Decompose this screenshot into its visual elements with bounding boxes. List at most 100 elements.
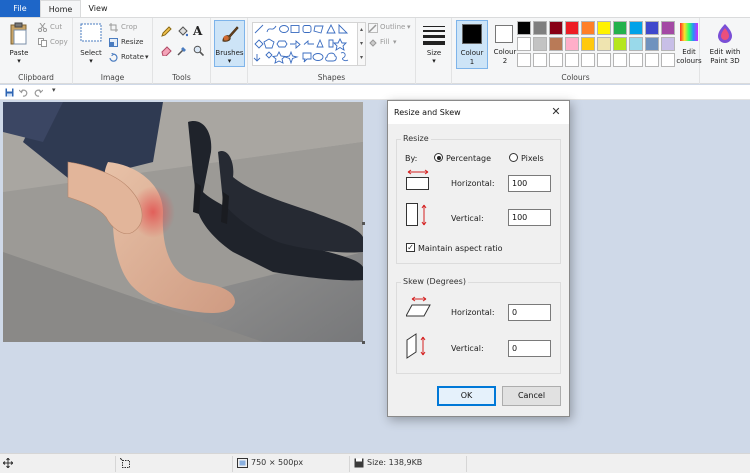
size-button[interactable]: Size <box>418 49 450 57</box>
by-label: By: <box>405 154 418 163</box>
tab-file[interactable]: File <box>0 0 40 17</box>
colour-swatch[interactable] <box>533 53 547 67</box>
tab-view[interactable]: View <box>81 0 115 17</box>
cut-button[interactable]: Cut <box>50 23 62 31</box>
select-dropdown-icon[interactable]: ▾ <box>75 57 107 65</box>
colour-swatch[interactable] <box>581 37 595 51</box>
colour-swatch[interactable] <box>533 21 547 35</box>
fill-dropdown-icon[interactable]: ▾ <box>393 38 397 46</box>
colour-swatch[interactable] <box>613 21 627 35</box>
select-button[interactable]: Select <box>75 49 107 57</box>
copy-button[interactable]: Copy <box>50 38 68 46</box>
colour-swatch[interactable] <box>581 53 595 67</box>
colour-swatch[interactable] <box>629 21 643 35</box>
skew-section: Skew (Degrees) Horizontal: Vertical: <box>396 277 561 374</box>
colour-swatch[interactable] <box>661 21 675 35</box>
status-bar: 750 × 500px Size: 138,9KB <box>0 453 750 473</box>
resize-horizontal-input[interactable] <box>508 175 551 192</box>
rotate-button[interactable]: Rotate <box>121 53 144 61</box>
paint3d-button[interactable]: Edit with <box>702 48 748 56</box>
resize-button[interactable]: Resize <box>121 38 143 46</box>
colour-swatch[interactable] <box>517 37 531 51</box>
colour-swatch[interactable] <box>533 37 547 51</box>
canvas-area[interactable] <box>0 100 750 453</box>
colour-swatch[interactable] <box>549 53 563 67</box>
rotate-dropdown-icon[interactable]: ▾ <box>145 53 149 61</box>
colour-swatch[interactable] <box>549 37 563 51</box>
tab-home[interactable]: Home <box>40 0 81 17</box>
pixels-label[interactable]: Pixels <box>521 154 544 163</box>
skew-horizontal-input[interactable] <box>508 304 551 321</box>
fill-bucket-icon[interactable] <box>177 26 189 37</box>
colour-swatch[interactable] <box>629 37 643 51</box>
size-dropdown-icon[interactable]: ▾ <box>418 57 450 65</box>
colour-picker-icon[interactable] <box>177 45 188 56</box>
shapes-scrollbar[interactable]: ▴ ▾ ▾ <box>358 22 366 66</box>
colour-swatch[interactable] <box>661 37 675 51</box>
colour1-button[interactable]: Colour 1 <box>456 20 488 69</box>
colour-swatch[interactable] <box>549 21 563 35</box>
cancel-button[interactable]: Cancel <box>502 386 561 406</box>
edit-colours-icon[interactable] <box>680 23 698 41</box>
dialog-titlebar[interactable]: Resize and Skew ✕ <box>388 101 569 124</box>
text-tool-icon[interactable]: A <box>193 24 205 38</box>
customize-qat-icon[interactable]: ▾ <box>52 86 60 96</box>
colour-swatch[interactable] <box>645 53 659 67</box>
rotate-icon <box>109 52 118 62</box>
maintain-aspect-checkbox[interactable]: ✓ <box>406 243 415 252</box>
colour2-button[interactable]: Colour 2 <box>490 20 520 69</box>
colour-swatch[interactable] <box>661 53 675 67</box>
resize-horizontal-icon <box>406 169 430 191</box>
brushes-button[interactable]: Brushes ▾ <box>214 20 245 67</box>
fill-button[interactable]: Fill <box>380 38 389 46</box>
colour-swatch[interactable] <box>613 53 627 67</box>
colour-swatch[interactable] <box>565 21 579 35</box>
paste-dropdown-icon[interactable]: ▾ <box>3 57 35 65</box>
select-icon[interactable] <box>80 23 102 43</box>
close-icon[interactable]: ✕ <box>548 104 564 120</box>
outline-dropdown-icon[interactable]: ▾ <box>407 23 411 31</box>
resize-vertical-icon <box>406 203 430 227</box>
skew-vertical-icon <box>406 333 430 359</box>
colour-swatch[interactable] <box>517 21 531 35</box>
magnifier-icon[interactable] <box>193 45 205 57</box>
pencil-icon[interactable] <box>161 26 172 37</box>
shapes-gallery-icons[interactable] <box>253 23 357 65</box>
ok-button[interactable]: OK <box>437 386 496 406</box>
paint3d-icon[interactable] <box>715 23 735 43</box>
pixels-radio[interactable] <box>509 153 518 162</box>
colour-swatch[interactable] <box>597 37 611 51</box>
colour-swatch[interactable] <box>645 21 659 35</box>
colour-swatch[interactable] <box>597 53 611 67</box>
save-icon[interactable] <box>5 88 14 97</box>
colour-swatch[interactable] <box>565 37 579 51</box>
outline-button[interactable]: Outline <box>380 23 405 31</box>
maintain-aspect-label[interactable]: Maintain aspect ratio <box>418 244 503 253</box>
line-size-icon[interactable] <box>423 25 445 45</box>
colour-swatch[interactable] <box>581 21 595 35</box>
colour-swatch[interactable] <box>517 53 531 67</box>
canvas-image[interactable] <box>3 102 363 342</box>
tools-group: A Tools <box>153 18 211 84</box>
skew-vertical-input[interactable] <box>508 340 551 357</box>
colour-swatch[interactable] <box>613 37 627 51</box>
colour-swatch[interactable] <box>629 53 643 67</box>
colour1-number: 1 <box>469 58 475 66</box>
image-dimensions: 750 × 500px <box>251 458 304 467</box>
canvas-resize-handle-right[interactable] <box>362 222 365 225</box>
colour-swatch[interactable] <box>645 37 659 51</box>
paint3d-group: Edit with Paint 3D <box>700 18 750 84</box>
eraser-icon[interactable] <box>161 45 172 57</box>
crop-button[interactable]: Crop <box>121 23 137 31</box>
paste-button[interactable]: Paste <box>3 49 35 57</box>
canvas-resize-handle-corner[interactable] <box>362 341 365 344</box>
redo-icon[interactable] <box>34 88 44 97</box>
paste-icon[interactable] <box>9 22 29 46</box>
ribbon: Paste ▾ Cut Copy Clipboard Select ▾ Crop… <box>0 17 750 84</box>
percentage-radio[interactable] <box>434 153 443 162</box>
resize-vertical-input[interactable] <box>508 209 551 226</box>
colour-swatch[interactable] <box>565 53 579 67</box>
undo-icon[interactable] <box>18 88 28 97</box>
colour-swatch[interactable] <box>597 21 611 35</box>
percentage-label[interactable]: Percentage <box>446 154 491 163</box>
